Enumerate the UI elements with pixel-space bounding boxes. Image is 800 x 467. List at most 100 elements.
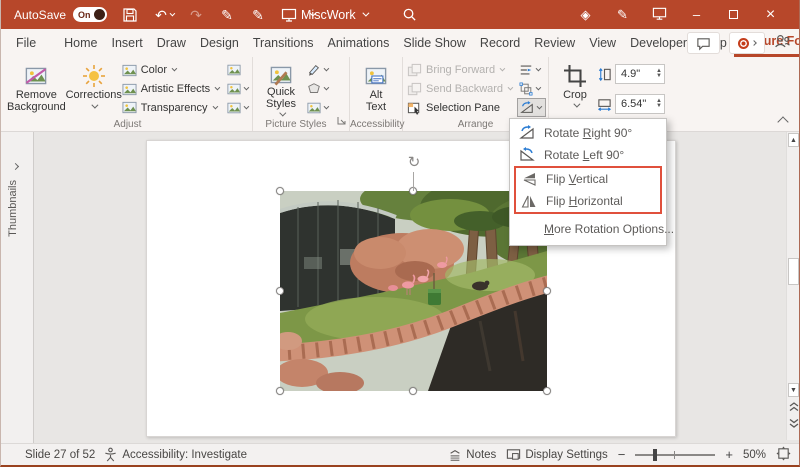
resize-handle-top-left[interactable] [276, 187, 284, 195]
shape-height-input[interactable] [621, 68, 653, 80]
picture-effects-button[interactable] [305, 80, 345, 99]
tab-draw[interactable]: Draw [150, 29, 193, 57]
save-icon[interactable] [122, 7, 138, 23]
corrections-button[interactable]: Corrections [66, 59, 122, 117]
previous-slide-button[interactable] [788, 400, 799, 414]
resize-handle-middle-left[interactable] [276, 287, 284, 295]
resize-handle-bottom-left[interactable] [276, 387, 284, 395]
selection-pane-label: Selection Pane [426, 102, 500, 114]
tab-file[interactable]: File [9, 29, 43, 57]
zoom-slider[interactable] [635, 454, 715, 456]
menu-item-more-rotation-options[interactable]: More Rotation Options... [510, 218, 666, 240]
comments-button[interactable] [687, 32, 720, 54]
picture-styles-dialog-launcher-icon[interactable] [337, 115, 347, 129]
tab-record[interactable]: Record [473, 29, 527, 57]
maximize-button[interactable] [715, 7, 752, 22]
menu-item-rotate-right-90[interactable]: Rotate Right 90° [510, 122, 666, 144]
editing-mode-pen-icon[interactable]: ✎ [604, 7, 641, 23]
bring-forward-icon [407, 63, 422, 78]
next-slide-button[interactable] [788, 416, 799, 430]
rotate-handle-icon[interactable]: ↻ [406, 155, 422, 171]
tab-developer[interactable]: Developer [623, 29, 694, 57]
shape-width-input[interactable] [621, 98, 653, 110]
slide-picture[interactable] [280, 191, 547, 391]
fit-to-window-button[interactable] [776, 446, 791, 464]
selection-pane-button[interactable]: Selection Pane [407, 98, 517, 117]
slide-number-indicator[interactable]: Slide 27 of 52 [25, 449, 95, 461]
presenter-window-icon[interactable] [641, 6, 678, 24]
adjust-group-label: Adjust [3, 119, 252, 130]
crop-label: Crop [563, 89, 587, 101]
color-button[interactable]: Color [122, 61, 225, 80]
transparency-button[interactable]: Transparency [122, 98, 225, 117]
minimize-button[interactable]: – [678, 7, 715, 22]
rotate-objects-button[interactable] [517, 98, 546, 117]
record-button[interactable] [729, 32, 765, 54]
zoom-out-button[interactable]: − [618, 447, 626, 462]
scroll-down-button[interactable]: ▼ [788, 383, 799, 397]
scroll-up-button[interactable]: ▲ [788, 133, 799, 147]
transparency-label: Transparency [141, 102, 208, 114]
crop-button[interactable]: Crop [553, 59, 597, 117]
start-presentation-icon[interactable] [281, 7, 297, 23]
document-title-area[interactable]: MiscWork [301, 0, 367, 29]
menu-item-rotate-left-90[interactable]: Rotate Left 90° [510, 144, 666, 166]
tab-review[interactable]: Review [527, 29, 582, 57]
change-picture-button[interactable] [225, 80, 250, 99]
scroll-up-icon: ▲ [790, 137, 797, 144]
thumbnails-expand-chevron-icon[interactable] [12, 163, 19, 170]
shape-width-field: ▲▼ [597, 93, 665, 115]
undo-dropdown-chevron-icon[interactable] [170, 10, 176, 16]
tab-design[interactable]: Design [193, 29, 246, 57]
menu-item-flip-horizontal[interactable]: Flip Horizontal [516, 190, 660, 212]
scrollbar-thumb[interactable] [788, 258, 799, 285]
height-spinner[interactable]: ▲▼ [656, 69, 662, 79]
reset-picture-button[interactable] [225, 98, 250, 117]
height-spin-down-icon[interactable]: ▼ [656, 74, 662, 79]
remove-background-button[interactable]: Remove Background [7, 59, 66, 117]
rotate-chevron-icon [536, 103, 542, 109]
accessibility-checker[interactable]: Accessibility: Investigate [103, 447, 247, 462]
alt-text-button[interactable]: Alt Text [354, 59, 398, 117]
picture-border-button[interactable] [305, 61, 345, 80]
undo-icon[interactable]: ↶ [153, 7, 169, 23]
premium-diamond-icon[interactable]: ◈ [567, 7, 604, 23]
artistic-effects-button[interactable]: Artistic Effects [122, 80, 225, 99]
search-icon[interactable] [402, 7, 417, 25]
zoom-level[interactable]: 50% [743, 449, 766, 461]
tab-home[interactable]: Home [57, 29, 104, 57]
close-button[interactable]: × [752, 6, 789, 24]
resize-handle-bottom-right[interactable] [543, 387, 551, 395]
color-icon [122, 63, 137, 78]
autosave-toggle[interactable]: On [73, 7, 107, 22]
width-spinner[interactable]: ▲▼ [656, 99, 662, 109]
tab-animations[interactable]: Animations [321, 29, 397, 57]
collapse-ribbon-chevron-icon[interactable] [777, 116, 788, 127]
title-dropdown-chevron-icon [362, 10, 369, 17]
share-people-icon[interactable] [774, 33, 791, 53]
tab-insert[interactable]: Insert [105, 29, 150, 57]
tab-view[interactable]: View [582, 29, 623, 57]
group-objects-button[interactable] [517, 80, 546, 99]
selection-pane-icon [407, 100, 422, 115]
quick-styles-button[interactable]: Quick Styles [257, 59, 305, 117]
zoom-in-button[interactable]: + [725, 447, 733, 462]
compress-pictures-button[interactable] [225, 61, 250, 80]
align-chevron-icon [535, 66, 541, 72]
resize-handle-bottom-middle[interactable] [409, 387, 417, 395]
notes-button[interactable]: Notes [448, 448, 496, 462]
maximize-icon [729, 10, 738, 19]
align-button[interactable] [517, 61, 546, 80]
draw-pen-icon[interactable]: ✎ [250, 7, 266, 23]
tab-transitions[interactable]: Transitions [246, 29, 321, 57]
vertical-scrollbar[interactable]: ▲ ▼ [786, 132, 799, 440]
ink-pen-icon[interactable]: ✎ [219, 7, 235, 23]
tab-slide-show[interactable]: Slide Show [396, 29, 473, 57]
rotate-right-icon [519, 125, 535, 141]
resize-handle-middle-right[interactable] [543, 287, 551, 295]
menu-item-flip-vertical[interactable]: Flip Vertical [516, 168, 660, 190]
zoom-slider-thumb[interactable] [653, 449, 657, 461]
thumbnails-pane[interactable]: Thumbnails [1, 132, 34, 445]
display-settings-button[interactable]: Display Settings [506, 447, 607, 462]
width-spin-down-icon[interactable]: ▼ [656, 104, 662, 109]
